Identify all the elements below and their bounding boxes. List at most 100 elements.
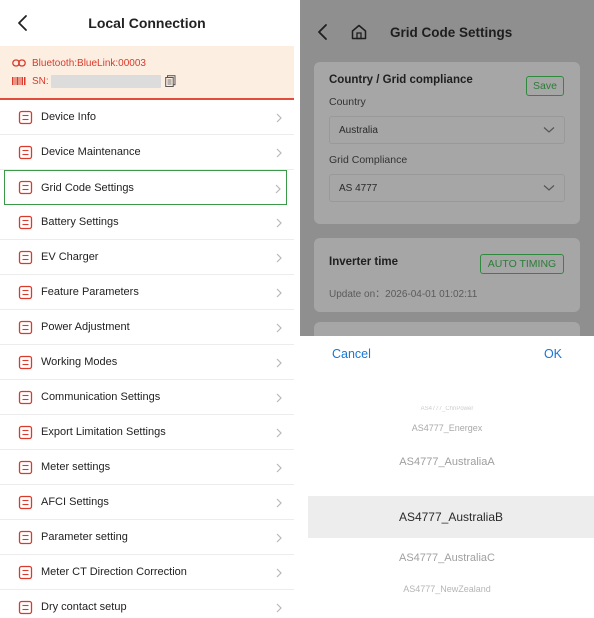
sn-row: SN:: [12, 72, 282, 90]
menu-item[interactable]: Export Limitation Settings: [0, 415, 294, 450]
chevron-right-icon: [274, 461, 284, 473]
bluetooth-text: Bluetooth:BlueLink:00003: [32, 57, 146, 69]
parameter-icon: [18, 530, 33, 545]
menu-item[interactable]: Working Modes: [0, 345, 294, 380]
afci-icon: [18, 495, 33, 510]
settings-menu: Device Info Device Maintenance Grid Code S…: [0, 100, 294, 618]
grid-compliance-label: Grid Compliance: [329, 154, 408, 166]
menu-item-label: AFCI Settings: [41, 496, 109, 508]
save-button[interactable]: Save: [526, 76, 564, 96]
back-icon[interactable]: [314, 21, 332, 43]
chevron-down-icon: [543, 185, 555, 191]
grid-code-settings-screen: Grid Code Settings Country / Grid compli…: [300, 0, 594, 618]
picker-option-selected[interactable]: AS4777_AustraliaB: [308, 496, 594, 538]
menu-item-label: Parameter setting: [41, 531, 128, 543]
menu-item-label: Dry contact setup: [41, 601, 127, 613]
grid-compliance-select[interactable]: AS 4777: [329, 174, 565, 202]
chevron-right-icon: [274, 391, 284, 403]
ok-button[interactable]: OK: [544, 347, 562, 361]
menu-item[interactable]: Device Maintenance: [0, 135, 294, 170]
menu-item[interactable]: Device Info: [0, 100, 294, 135]
toolbox-icon: [18, 285, 33, 300]
picker-option[interactable]: AS4777_NewZealand: [300, 584, 594, 594]
picker-sheet: Cancel OK AS4777_ChriPower AS4777_Energe…: [300, 336, 594, 618]
picker-option[interactable]: AS4777_Energex: [300, 423, 594, 433]
chevron-right-icon: [274, 146, 284, 158]
contact-icon: [18, 600, 33, 615]
auto-timing-button[interactable]: AUTO TIMING: [480, 254, 564, 274]
menu-item[interactable]: Meter CT Direction Correction: [0, 555, 294, 590]
menu-item[interactable]: Power Adjustment: [0, 310, 294, 345]
home-icon[interactable]: [350, 23, 368, 41]
meter-icon: [18, 460, 33, 475]
menu-item-label: Battery Settings: [41, 216, 119, 228]
cancel-button[interactable]: Cancel: [332, 347, 371, 361]
chevron-right-icon: [274, 251, 284, 263]
sn-value-redacted: [50, 74, 161, 88]
ev-charger-icon: [18, 250, 33, 265]
sn-label: SN:: [32, 75, 49, 87]
signal-icon: [18, 390, 33, 405]
picker-option[interactable]: AS4777_ChriPower: [300, 406, 594, 414]
back-icon[interactable]: [14, 12, 34, 34]
chevron-right-icon: [274, 601, 284, 613]
document-list-icon: [18, 110, 33, 125]
menu-item-label: Meter CT Direction Correction: [41, 566, 187, 578]
bluetooth-row: Bluetooth:BlueLink:00003: [12, 54, 282, 72]
menu-item-label: Working Modes: [41, 356, 118, 368]
grid-code-picker[interactable]: AS4777_ChriPower AS4777_Energex AS4777_A…: [300, 372, 594, 618]
chevron-right-icon: [274, 356, 284, 368]
tools-icon: [18, 145, 33, 160]
header: Local Connection: [0, 0, 294, 46]
chevron-right-icon: [273, 182, 283, 194]
grid-code-icon: [18, 180, 33, 195]
menu-item[interactable]: Meter settings: [0, 450, 294, 485]
connection-info: Bluetooth:BlueLink:00003 SN:: [0, 46, 294, 100]
chevron-right-icon: [274, 496, 284, 508]
chevron-right-icon: [274, 286, 284, 298]
compliance-card: Country / Grid compliance Save Country A…: [314, 62, 580, 224]
grid-compliance-value: AS 4777: [339, 182, 378, 194]
menu-item[interactable]: Battery Settings: [0, 205, 294, 240]
menu-item[interactable]: Grid Code Settings: [4, 170, 287, 205]
chevron-right-icon: [274, 111, 284, 123]
menu-item[interactable]: AFCI Settings: [0, 485, 294, 520]
chevron-right-icon: [274, 566, 284, 578]
chart-icon: [18, 320, 33, 335]
mode-icon: [18, 355, 33, 370]
page-title: Grid Code Settings: [390, 24, 513, 40]
picker-option[interactable]: AS4777_AustraliaA: [300, 456, 594, 468]
menu-item-label: Meter settings: [41, 461, 111, 473]
menu-item[interactable]: Parameter setting: [0, 520, 294, 555]
menu-item-label: EV Charger: [41, 251, 99, 263]
screen: Local Connection Bluetooth:BlueLink:0000…: [0, 0, 594, 618]
menu-item-label: Feature Parameters: [41, 286, 139, 298]
barcode-icon: [12, 77, 26, 85]
menu-item-label: Device Maintenance: [41, 146, 141, 158]
country-value: Australia: [339, 124, 378, 136]
menu-item[interactable]: Feature Parameters: [0, 275, 294, 310]
chevron-right-icon: [274, 216, 284, 228]
menu-item-label: Grid Code Settings: [41, 181, 134, 194]
page-title: Local Connection: [88, 15, 206, 31]
menu-item-label: Power Adjustment: [41, 321, 130, 333]
gauge-icon: [18, 425, 33, 440]
menu-item-label: Export Limitation Settings: [41, 426, 166, 438]
chevron-right-icon: [274, 426, 284, 438]
country-label: Country: [329, 96, 366, 108]
menu-item[interactable]: Communication Settings: [0, 380, 294, 415]
dimmed-background: Grid Code Settings Country / Grid compli…: [300, 0, 594, 362]
ct-icon: [18, 565, 33, 580]
menu-item[interactable]: EV Charger: [0, 240, 294, 275]
menu-item[interactable]: Dry contact setup: [0, 590, 294, 618]
battery-icon: [18, 215, 33, 230]
chevron-right-icon: [274, 321, 284, 333]
chevron-down-icon: [543, 127, 555, 133]
local-connection-screen: Local Connection Bluetooth:BlueLink:0000…: [0, 0, 294, 618]
menu-item-label: Device Info: [41, 111, 97, 123]
chevron-right-icon: [274, 531, 284, 543]
picker-toolbar: Cancel OK: [300, 336, 594, 372]
copy-icon[interactable]: [164, 75, 176, 87]
country-select[interactable]: Australia: [329, 116, 565, 144]
picker-option[interactable]: AS4777_AustraliaC: [300, 552, 594, 564]
